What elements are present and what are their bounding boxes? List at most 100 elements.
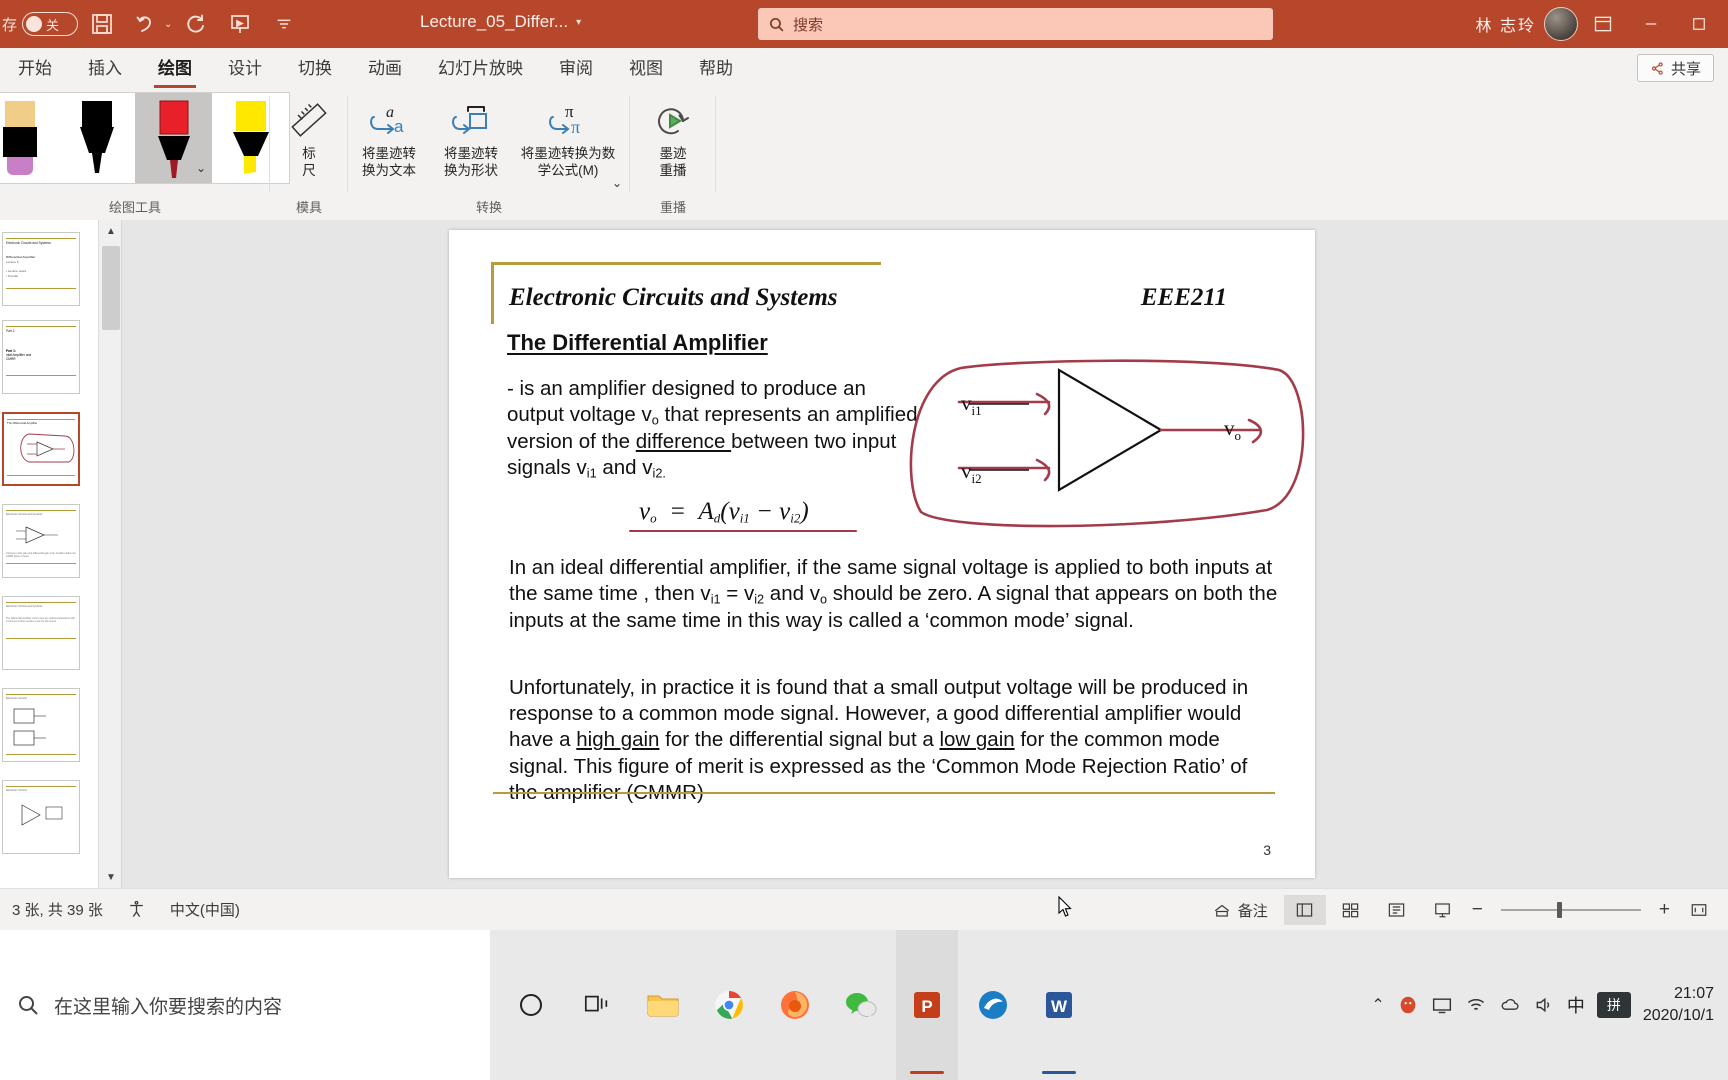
monitor-icon[interactable] [1431, 995, 1453, 1015]
zoom-slider[interactable] [1500, 902, 1641, 918]
clock[interactable]: 21:07 2020/10/1 [1643, 983, 1714, 1026]
customize-qat-icon[interactable] [264, 4, 304, 44]
view-slide-sorter-button[interactable] [1330, 895, 1372, 925]
pen-eraser[interactable] [0, 93, 58, 183]
thumbnail-scrollbar[interactable]: ▲ ▼ [98, 220, 121, 888]
view-reading-button[interactable] [1376, 895, 1418, 925]
tab-slideshow[interactable]: 幻灯片放映 [420, 50, 541, 88]
qq-icon[interactable] [1397, 994, 1419, 1016]
ink-label-vi1: vi1 [961, 391, 982, 418]
ink-to-text-label: 将墨迹转 换为文本 [362, 146, 416, 178]
svg-text:W: W [1051, 997, 1068, 1016]
taskbar-browser[interactable] [962, 930, 1024, 1080]
pen-black[interactable] [58, 93, 135, 183]
taskbar-chrome[interactable] [698, 930, 760, 1080]
slide-stage[interactable]: Electronic Circuits and Systems EEE211 T… [122, 220, 1728, 917]
volume-icon[interactable] [1533, 995, 1555, 1015]
autosave-state: 关 [46, 17, 60, 33]
share-button[interactable]: 共享 [1636, 54, 1714, 82]
tab-design[interactable]: 设计 [210, 50, 280, 88]
titlebar-right: 林 志玲 [1476, 0, 1728, 48]
slide-thumbnail-pane[interactable]: Electronic Circuits and Systems Differen… [0, 220, 122, 888]
ribbon-display-options-icon[interactable] [1580, 0, 1626, 48]
redo-icon[interactable] [176, 4, 216, 44]
thumbnail-slide-1[interactable]: Electronic Circuits and Systems Differen… [2, 232, 80, 306]
zoom-slider-handle[interactable] [1556, 902, 1562, 918]
tab-transitions[interactable]: 切换 [280, 50, 350, 88]
pen-dropdown-icon[interactable]: ⌄ [196, 161, 206, 175]
onedrive-icon[interactable] [1499, 995, 1521, 1015]
zoom-in-button[interactable]: + [1655, 889, 1674, 931]
thumbnail-slide-7[interactable]: Electronic Circuits [2, 780, 80, 854]
ink-to-shape-button[interactable]: 将墨迹转 换为形状 [430, 88, 512, 180]
ink-to-math-button[interactable]: π π 将墨迹转换为数 学公式(M) ⌄ [512, 88, 624, 190]
pen-red[interactable]: ⌄ [135, 93, 212, 183]
ruler-button[interactable]: 标 尺 [266, 88, 352, 180]
account-name[interactable]: 林 志玲 [1476, 12, 1536, 36]
slide-count[interactable]: 3 张, 共 39 张 [0, 889, 115, 931]
ink-to-text-button[interactable]: a a 将墨迹转 换为文本 [348, 88, 430, 180]
present-icon[interactable] [220, 4, 260, 44]
fit-slide-button[interactable] [1678, 895, 1720, 925]
ribbon-group-convert: a a 将墨迹转 换为文本 将墨迹转 换为形状 π π 将墨迹转换为数 学公式(… [348, 88, 630, 220]
pen-gallery[interactable]: ⌄ [0, 92, 290, 184]
tab-label: 开始 [18, 59, 52, 78]
thumbnail-slide-6[interactable]: Electronic Circuits [2, 688, 80, 762]
view-slideshow-button[interactable] [1422, 895, 1464, 925]
taskbar-firefox[interactable] [764, 930, 826, 1080]
tab-insert[interactable]: 插入 [70, 50, 140, 88]
taskbar-cortana[interactable] [500, 930, 562, 1080]
clock-time: 21:07 [1673, 985, 1714, 1003]
taskbar-wechat[interactable] [830, 930, 892, 1080]
undo-icon[interactable] [126, 4, 166, 44]
ink-to-math-dropdown-icon[interactable]: ⌄ [612, 176, 622, 190]
ink-replay-button[interactable]: 墨迹 重播 [630, 88, 716, 180]
ribbon-group-replay: 墨迹 重播 重播 [630, 88, 716, 220]
maximize-button[interactable] [1676, 0, 1722, 48]
ink-to-math-label: 将墨迹转换为数 学公式(M) [520, 146, 616, 178]
taskbar-search-placeholder: 在这里输入你要搜索的内容 [54, 996, 283, 1018]
tab-draw[interactable]: 绘图 [140, 50, 210, 88]
slide-count-label: 3 张, 共 39 张 [12, 902, 103, 919]
thumbnail-slide-4[interactable]: Electronic Circuits and Systems Common m… [2, 504, 80, 578]
slide-header: Electronic Circuits and Systems EEE211 [491, 262, 1251, 324]
slide-canvas[interactable]: Electronic Circuits and Systems EEE211 T… [449, 230, 1315, 878]
taskbar-file-explorer[interactable] [632, 930, 694, 1080]
scrollbar-thumb[interactable] [102, 246, 120, 330]
svg-text:π: π [571, 117, 580, 137]
ime-language[interactable]: 中 [1567, 992, 1585, 1018]
taskbar-search[interactable]: 在这里输入你要搜索的内容 [0, 930, 490, 1080]
ribbon-group-stencils: 标 尺 模具 [270, 88, 348, 220]
language-indicator[interactable]: 中文(中国) [158, 889, 252, 931]
notes-button[interactable]: 备注 [1200, 889, 1280, 931]
ime-mode[interactable]: 拼 [1596, 992, 1631, 1018]
taskbar-powerpoint[interactable]: P [896, 930, 958, 1080]
tab-animations[interactable]: 动画 [350, 50, 420, 88]
search-icon [19, 996, 38, 1015]
title-dropdown-icon[interactable]: ▾ [576, 17, 581, 28]
ribbon-tabs: 开始 插入 绘图 设计 切换 动画 幻灯片放映 审阅 视图 帮助 共享 [0, 48, 1728, 88]
thumbnail-slide-3[interactable]: The Differential Amplifier [2, 412, 80, 486]
view-normal-button[interactable] [1283, 895, 1326, 925]
accessibility-button[interactable] [115, 889, 158, 931]
wifi-icon[interactable] [1465, 995, 1487, 1015]
search-input[interactable]: 搜索 [758, 8, 1273, 40]
tab-review[interactable]: 审阅 [541, 50, 611, 88]
taskbar-word[interactable]: W [1028, 930, 1090, 1080]
tab-help[interactable]: 帮助 [681, 50, 751, 88]
avatar[interactable] [1544, 7, 1578, 41]
scroll-down-icon[interactable]: ▼ [99, 866, 121, 888]
autosave-switch[interactable]: 关 [22, 12, 79, 36]
taskbar-task-view[interactable] [566, 930, 628, 1080]
thumbnail-slide-2[interactable]: Part 1: Part 1: ntial Amplifier and CMRR [2, 320, 80, 394]
scroll-up-icon[interactable]: ▲ [99, 220, 121, 242]
tab-home[interactable]: 开始 [0, 50, 70, 88]
save-icon[interactable] [82, 4, 122, 44]
tray-expand-icon[interactable]: ⌃ [1371, 995, 1384, 1015]
zoom-out-button[interactable]: − [1468, 889, 1487, 931]
autosave-toggle[interactable]: 存 关 [2, 12, 79, 36]
tab-view[interactable]: 视图 [611, 50, 681, 88]
header-left-text: Electronic Circuits and Systems [509, 284, 838, 311]
minimize-button[interactable] [1628, 0, 1674, 48]
thumbnail-slide-5[interactable]: Electronic Circuits and Systems The diff… [2, 596, 80, 670]
